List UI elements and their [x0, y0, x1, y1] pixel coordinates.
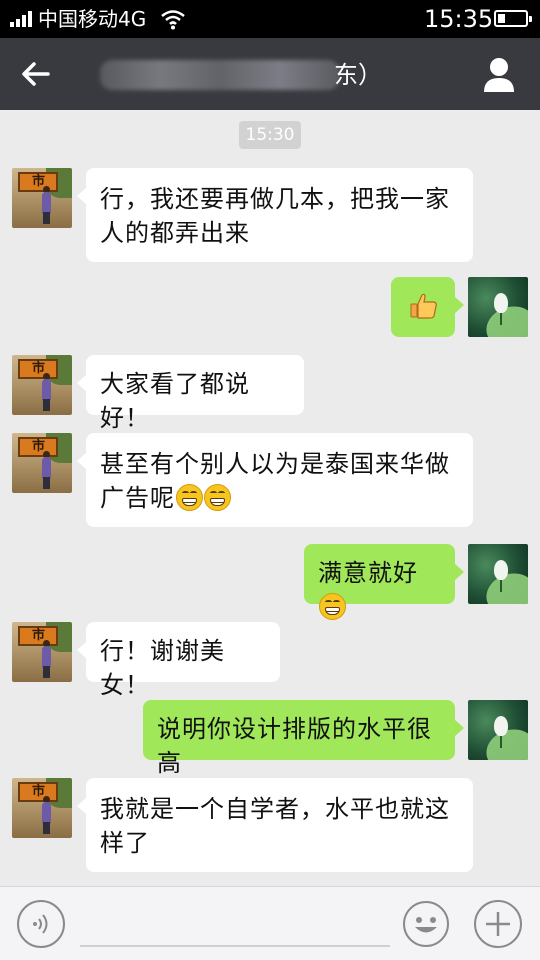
- plus-glyph-icon: [486, 912, 510, 936]
- plus-icon[interactable]: [474, 900, 522, 948]
- wifi-icon: [161, 10, 185, 30]
- message-text: 说明你设计排版的水平很高: [157, 715, 432, 777]
- message-bubble-incoming[interactable]: 行，我还要再做几本，把我一家人的都弄出来: [77, 168, 473, 262]
- message-input[interactable]: [80, 945, 390, 947]
- message-bubble-outgoing[interactable]: 满意就好: [304, 544, 464, 620]
- message-bubble-incoming[interactable]: 我就是一个自学者，水平也就这样了: [77, 778, 473, 872]
- grinning-emoji-icon: [319, 593, 346, 620]
- message-text: 我就是一个自学者，水平也就这样了: [100, 795, 450, 857]
- arrow-left-icon[interactable]: [14, 52, 58, 96]
- voice-waves-icon: [33, 914, 48, 934]
- message-bubble-incoming[interactable]: 甚至有个别人以为是泰国来华做广告呢: [77, 433, 473, 527]
- voice-icon[interactable]: [17, 900, 65, 948]
- message-bubble-outgoing[interactable]: [391, 277, 464, 337]
- message-text: 行，我还要再做几本，把我一家人的都弄出来: [100, 185, 450, 247]
- my-avatar[interactable]: [468, 700, 528, 760]
- contact-avatar[interactable]: 市: [12, 778, 72, 838]
- chat-title-bar: 东）: [0, 38, 540, 110]
- message-bubble-incoming[interactable]: 行！谢谢美女！: [77, 622, 280, 699]
- battery-fill: [498, 14, 505, 23]
- chat-input-bar: [0, 886, 540, 960]
- status-bar: 中国移动4G 15:35: [0, 0, 540, 38]
- my-avatar[interactable]: [468, 544, 528, 604]
- contact-name: 东）: [334, 61, 382, 89]
- my-avatar[interactable]: [468, 277, 528, 337]
- person-icon[interactable]: [476, 52, 522, 96]
- contact-avatar[interactable]: 市: [12, 433, 72, 493]
- grinning-emoji-icon: [204, 484, 231, 511]
- smiley-icon[interactable]: [402, 900, 450, 948]
- message-text: 大家看了都说好！: [100, 370, 250, 432]
- thumbs-up-icon: [410, 293, 437, 319]
- battery-icon: [494, 10, 532, 27]
- message-text: 甚至有个别人以为是泰国来华做广告呢: [100, 450, 450, 512]
- carrier-label: 中国移动4G: [38, 7, 147, 31]
- contact-avatar[interactable]: 市: [12, 168, 72, 228]
- message-timestamp: 15:30: [239, 121, 301, 149]
- message-text: 行！谢谢美女！: [100, 637, 225, 699]
- grinning-emoji-icon: [176, 484, 203, 511]
- contact-avatar[interactable]: 市: [12, 622, 72, 682]
- signal-icon: [10, 11, 32, 27]
- contact-name-redacted: [100, 60, 340, 90]
- message-text: 满意就好: [318, 559, 418, 587]
- message-bubble-incoming[interactable]: 大家看了都说好！: [77, 355, 304, 432]
- contact-avatar[interactable]: 市: [12, 355, 72, 415]
- clock: 15:35: [424, 5, 494, 33]
- message-bubble-outgoing[interactable]: 说明你设计排版的水平很高: [143, 700, 464, 777]
